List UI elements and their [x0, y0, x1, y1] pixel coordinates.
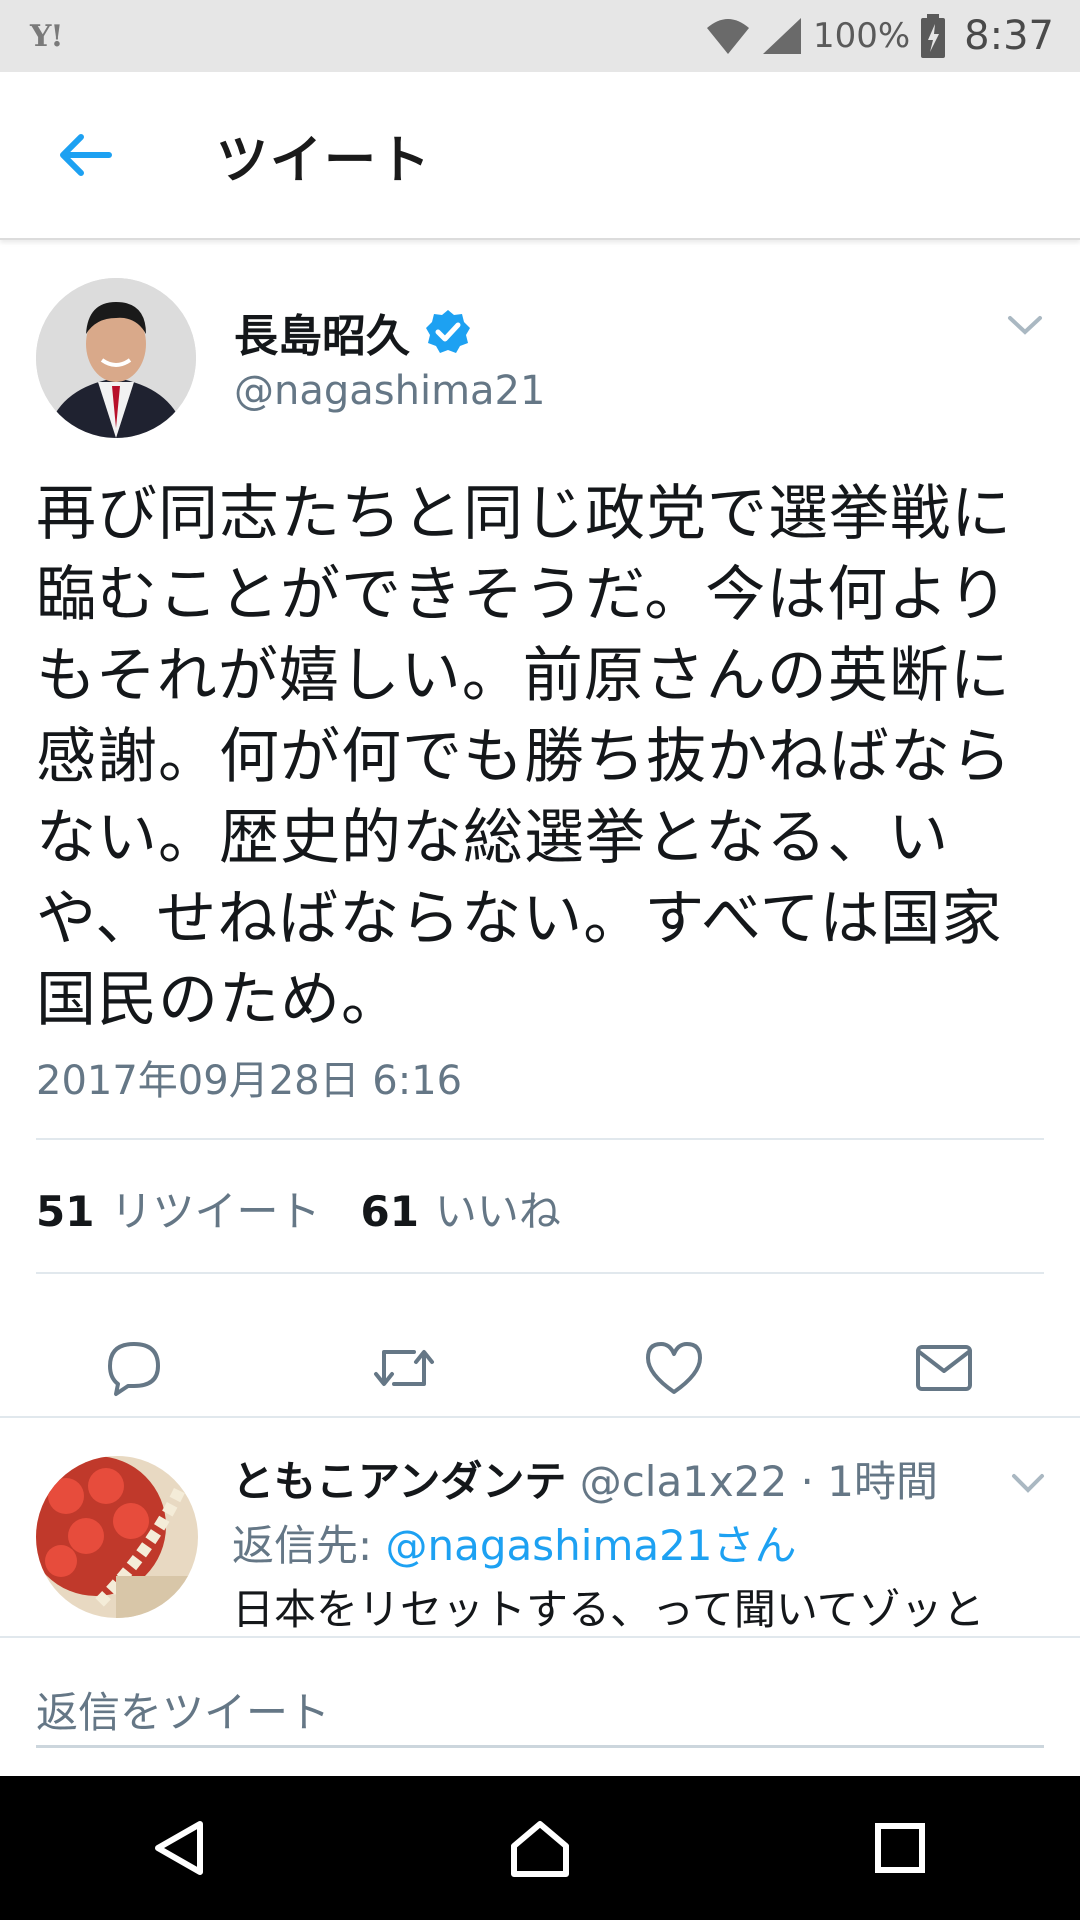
screen: Y! 100% 8:37 ツイート 長島昭久 @nagashima21 再び同志…: [0, 0, 1080, 1920]
reply-menu-button[interactable]: [1006, 1466, 1050, 1502]
recents-icon: [875, 1823, 925, 1873]
avatar-image: [36, 1456, 198, 1618]
reply-to-line: 返信先: @nagashima21さん: [232, 1512, 797, 1573]
battery-icon: [921, 14, 946, 58]
avatar-image: [36, 278, 196, 438]
page-title: ツイート: [216, 130, 433, 191]
arrow-left-icon: [60, 134, 112, 176]
author-handle[interactable]: @nagashima21: [234, 368, 545, 414]
reply-input[interactable]: 返信をツイート: [36, 1674, 1044, 1748]
chevron-down-icon: [1012, 1474, 1044, 1493]
system-home-button[interactable]: [480, 1788, 600, 1908]
home-icon: [511, 1821, 569, 1877]
status-bar: Y! 100% 8:37: [0, 0, 1080, 72]
system-recents-button[interactable]: [840, 1788, 960, 1908]
system-nav-bar: [0, 1776, 1080, 1920]
reply-meta: @cla1x22 · 1時間: [579, 1457, 938, 1506]
avatar[interactable]: [36, 278, 196, 438]
reply-tweet[interactable]: ともこアンダンテ @cla1x22 · 1時間 返信先: @nagashima2…: [0, 1176, 1080, 1636]
reply-author-name[interactable]: ともこアンダンテ: [232, 1457, 566, 1506]
reply-to-handle[interactable]: @nagashima21さん: [386, 1521, 797, 1570]
tweet-text: 再び同志たちと同じ政党で選挙戦に臨むことができそうだ。今は何よりもそれが嬉しい。…: [36, 479, 1012, 1035]
author-name-row: 長島昭久: [234, 300, 472, 364]
reply-header: ともこアンダンテ @cla1x22 · 1時間: [232, 1448, 938, 1509]
verified-badge-icon: [426, 310, 470, 353]
clock: 8:37: [964, 13, 1054, 59]
back-triangle-icon: [155, 1821, 203, 1875]
divider: [36, 1138, 1044, 1140]
avatar[interactable]: [36, 1456, 198, 1618]
system-back-button[interactable]: [120, 1788, 240, 1908]
reply-to-label: 返信先:: [232, 1521, 386, 1570]
compose-bar: 返信をツイート: [0, 1636, 1080, 1778]
chevron-down-icon: [1008, 316, 1042, 335]
battery-percent: 100%: [812, 16, 911, 56]
app-header: ツイート: [0, 72, 1080, 240]
tweet-menu-button[interactable]: [1000, 306, 1050, 346]
reply-text: 日本をリセットする、って聞いてゾッと: [232, 1585, 985, 1634]
wifi-icon: [706, 19, 749, 54]
signal-icon: [762, 18, 801, 54]
back-button[interactable]: [30, 100, 140, 210]
tweet-timestamp: 2017年09月28日 6:16: [36, 1058, 463, 1104]
author-name[interactable]: 長島昭久: [234, 300, 410, 364]
status-indicators: 100% 8:37: [705, 13, 1054, 59]
carrier-icon: Y!: [30, 18, 64, 54]
